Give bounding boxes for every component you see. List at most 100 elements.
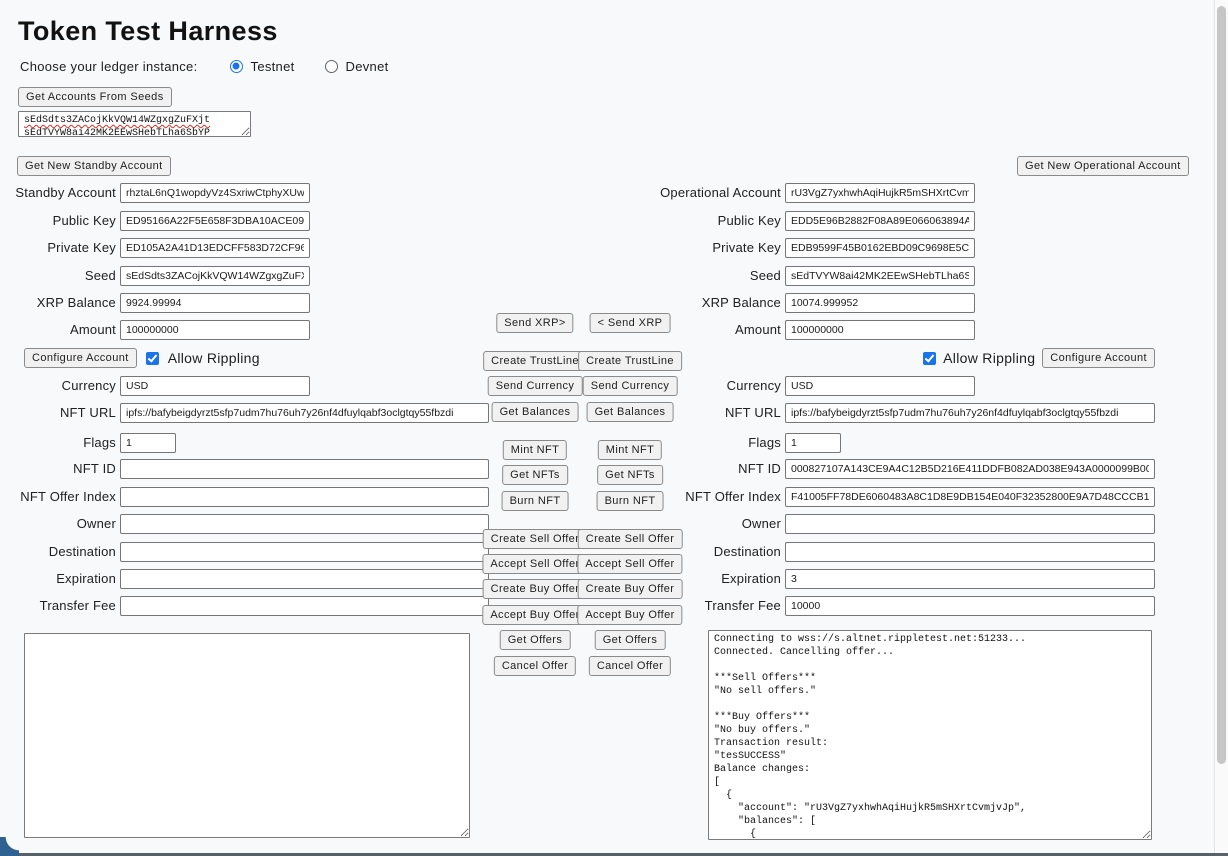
standby-transfer-fee-label: Transfer Fee — [0, 598, 120, 613]
standby-nft-offer-index-field[interactable] — [120, 487, 489, 507]
standby-transfer-fee-field[interactable] — [120, 596, 489, 616]
operational-nft-offer-index-field[interactable] — [785, 487, 1155, 507]
standby-create-trustline-button[interactable]: Create TrustLine — [483, 351, 587, 371]
operational-seed-field[interactable] — [785, 266, 975, 286]
standby-owner-field[interactable] — [120, 514, 489, 534]
standby-send-xrp-button[interactable]: Send XRP> — [496, 313, 573, 333]
standby-public-key-label: Public Key — [0, 213, 120, 228]
operational-amount-row: Amount — [623, 319, 975, 340]
operational-flags-label: Flags — [623, 435, 785, 450]
operational-transfer-fee-label: Transfer Fee — [623, 598, 785, 613]
standby-create-sell-offer-button[interactable]: Create Sell Offer — [483, 529, 588, 549]
operational-xrp-balance-field[interactable] — [785, 293, 975, 313]
standby-owner-row: Owner — [0, 513, 489, 534]
standby-expiration-field[interactable] — [120, 569, 489, 589]
standby-flags-field[interactable] — [120, 433, 176, 453]
operational-expiration-field[interactable] — [785, 569, 1155, 589]
operational-public-key-label: Public Key — [623, 213, 785, 228]
testnet-radio-label: Testnet — [251, 59, 295, 74]
operational-allow-rippling-checkbox[interactable] — [923, 352, 936, 365]
standby-accept-sell-offer-button[interactable]: Accept Sell Offer — [482, 554, 587, 574]
radio-testnet[interactable]: Testnet — [230, 59, 295, 74]
standby-nft-url-label: NFT URL — [0, 405, 120, 420]
ledger-instance-label: Choose your ledger instance: — [20, 59, 198, 74]
standby-xrp-balance-row: XRP Balance — [0, 292, 310, 313]
operational-xrp-balance-label: XRP Balance — [623, 295, 785, 310]
standby-currency-field[interactable] — [120, 376, 310, 396]
seeds-textarea[interactable] — [18, 111, 251, 137]
operational-owner-row: Owner — [623, 513, 1155, 534]
standby-public-key-row: Public Key — [0, 210, 310, 231]
page-scrollbar-thumb[interactable] — [1217, 6, 1226, 764]
standby-expiration-row: Expiration — [0, 568, 489, 589]
standby-create-buy-offer-button[interactable]: Create Buy Offer — [483, 579, 588, 599]
standby-configure-account-button[interactable]: Configure Account — [24, 348, 137, 368]
standby-expiration-label: Expiration — [0, 571, 120, 586]
standby-nft-url-field[interactable] — [120, 403, 489, 423]
get-accounts-from-seeds-button[interactable]: Get Accounts From Seeds — [18, 87, 172, 107]
ledger-instance-chooser: Choose your ledger instance: Testnet Dev… — [20, 57, 419, 75]
standby-nft-id-field[interactable] — [120, 459, 489, 479]
standby-nft-offer-index-label: NFT Offer Index — [0, 489, 120, 504]
operational-transfer-fee-field[interactable] — [785, 596, 1155, 616]
operational-nft-id-field[interactable] — [785, 459, 1155, 479]
operational-xrp-balance-row: XRP Balance — [623, 292, 975, 313]
operational-private-key-row: Private Key — [623, 237, 975, 258]
standby-destination-row: Destination — [0, 541, 489, 562]
testnet-radio-icon[interactable] — [230, 60, 243, 73]
standby-destination-label: Destination — [0, 544, 120, 559]
standby-private-key-field[interactable] — [120, 238, 310, 258]
standby-seed-field[interactable] — [120, 266, 310, 286]
get-new-operational-account-button[interactable]: Get New Operational Account — [1017, 156, 1189, 176]
operational-flags-row: Flags — [623, 432, 841, 453]
standby-get-offers-button[interactable]: Get Offers — [500, 630, 571, 650]
operational-account-field[interactable] — [785, 183, 975, 203]
operational-currency-field[interactable] — [785, 376, 975, 396]
radio-devnet[interactable]: Devnet — [325, 59, 389, 74]
standby-transfer-fee-row: Transfer Fee — [0, 595, 489, 616]
operational-cancel-offer-button[interactable]: Cancel Offer — [589, 656, 671, 676]
window-corner-backdrop — [0, 837, 19, 856]
standby-burn-nft-button[interactable]: Burn NFT — [502, 491, 569, 511]
standby-account-field[interactable] — [120, 183, 310, 203]
standby-destination-field[interactable] — [120, 542, 489, 562]
standby-public-key-field[interactable] — [120, 211, 310, 231]
get-new-standby-account-button[interactable]: Get New Standby Account — [17, 156, 171, 176]
standby-cancel-offer-button[interactable]: Cancel Offer — [494, 656, 576, 676]
operational-nft-url-label: NFT URL — [623, 405, 785, 420]
operational-results-textarea[interactable] — [708, 630, 1152, 840]
standby-amount-row: Amount — [0, 319, 310, 340]
standby-accept-buy-offer-button[interactable]: Accept Buy Offer — [482, 605, 587, 625]
operational-get-offers-button[interactable]: Get Offers — [595, 630, 666, 650]
operational-nft-url-field[interactable] — [785, 403, 1155, 423]
standby-configure-row: Configure Account Allow Rippling — [24, 347, 260, 369]
token-test-harness-page: Token Test Harness Choose your ledger in… — [0, 0, 1228, 856]
operational-create-trustline-button[interactable]: Create TrustLine — [578, 351, 682, 371]
standby-owner-label: Owner — [0, 516, 120, 531]
standby-allow-rippling-label: Allow Rippling — [168, 350, 260, 366]
operational-currency-label: Currency — [623, 378, 785, 393]
standby-get-balances-button[interactable]: Get Balances — [492, 402, 579, 422]
operational-destination-field[interactable] — [785, 542, 1155, 562]
standby-results-textarea[interactable] — [24, 633, 470, 838]
operational-currency-row: Currency — [623, 375, 975, 396]
operational-public-key-field[interactable] — [785, 211, 975, 231]
operational-configure-account-button[interactable]: Configure Account — [1042, 348, 1155, 368]
standby-xrp-balance-field[interactable] — [120, 293, 310, 313]
devnet-radio-icon[interactable] — [325, 60, 338, 73]
operational-owner-field[interactable] — [785, 514, 1155, 534]
operational-allow-rippling-label: Allow Rippling — [943, 350, 1035, 366]
operational-private-key-field[interactable] — [785, 238, 975, 258]
operational-amount-field[interactable] — [785, 320, 975, 340]
standby-amount-field[interactable] — [120, 320, 310, 340]
standby-get-nfts-button[interactable]: Get NFTs — [502, 465, 568, 485]
standby-private-key-label: Private Key — [0, 240, 120, 255]
standby-allow-rippling-checkbox[interactable] — [146, 352, 159, 365]
page-scrollbar[interactable] — [1214, 0, 1228, 856]
standby-mint-nft-button[interactable]: Mint NFT — [503, 440, 567, 460]
standby-currency-row: Currency — [0, 375, 310, 396]
operational-flags-field[interactable] — [785, 433, 841, 453]
operational-private-key-label: Private Key — [623, 240, 785, 255]
standby-xrp-balance-label: XRP Balance — [0, 295, 120, 310]
standby-send-currency-button[interactable]: Send Currency — [488, 376, 583, 396]
